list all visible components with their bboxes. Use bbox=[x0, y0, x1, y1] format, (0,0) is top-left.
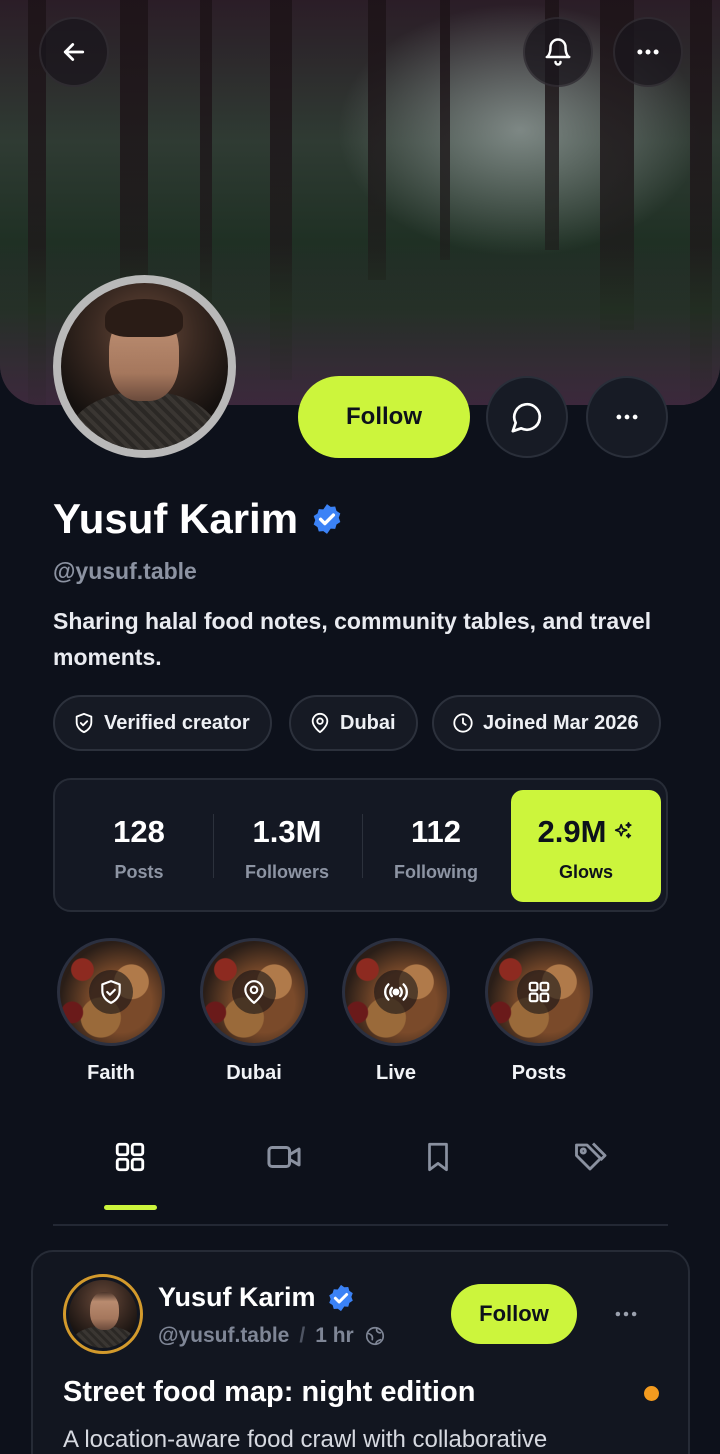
cover-tree bbox=[368, 0, 386, 280]
stat-value-row: 2.9M bbox=[511, 814, 661, 850]
profile-more-button[interactable] bbox=[586, 376, 668, 458]
stat-label: Followers bbox=[244, 862, 329, 882]
chip-verified-creator[interactable]: Verified creator bbox=[53, 695, 272, 751]
sparkles-icon bbox=[615, 822, 633, 839]
status-dot bbox=[644, 1386, 659, 1401]
bookmark-icon bbox=[428, 1142, 448, 1172]
cover-tree bbox=[440, 0, 450, 260]
post-time: 1 hr bbox=[315, 1324, 354, 1347]
map-pin-icon bbox=[311, 712, 329, 734]
highlight-live[interactable]: Live bbox=[342, 938, 450, 1085]
stat-glows[interactable]: 2.9M Glows bbox=[511, 790, 661, 902]
chip-label: Verified creator bbox=[104, 711, 250, 734]
verified-badge-icon bbox=[328, 1284, 353, 1311]
highlight-label: Live bbox=[375, 1062, 417, 1084]
highlight-cover bbox=[342, 938, 450, 1046]
meta-separator: / bbox=[299, 1324, 306, 1347]
more-options-button[interactable] bbox=[613, 17, 683, 87]
tag-icon bbox=[575, 1142, 607, 1171]
shield-check-icon bbox=[75, 712, 93, 734]
arrow-left-icon bbox=[63, 43, 85, 61]
post-author-row: Yusuf Karim bbox=[158, 1282, 356, 1313]
highlight-label: Dubai bbox=[226, 1062, 282, 1084]
post-author-handle: @yusuf.table bbox=[158, 1324, 290, 1347]
avatar-hair bbox=[105, 299, 183, 337]
more-horizontal-icon bbox=[637, 49, 659, 55]
notifications-button[interactable] bbox=[523, 17, 593, 87]
grid-icon bbox=[528, 981, 550, 1003]
tab-saved[interactable] bbox=[408, 1132, 468, 1182]
post-text: A location-aware food crawl with collabo… bbox=[63, 1426, 548, 1453]
verified-badge-icon bbox=[313, 504, 341, 534]
post-follow-button[interactable]: Follow bbox=[451, 1284, 577, 1344]
stat-value: 1.3M bbox=[252, 814, 322, 849]
broadcast-icon bbox=[384, 983, 408, 1001]
chip-joined[interactable]: Joined Mar 2026 bbox=[432, 695, 661, 751]
active-tab-indicator bbox=[104, 1205, 157, 1210]
profile-handle: @yusuf.table bbox=[53, 558, 197, 584]
highlight-icon-bg bbox=[517, 970, 561, 1014]
post-more-button[interactable] bbox=[611, 1302, 641, 1326]
stat-label: Following bbox=[394, 862, 478, 882]
avatar-photo bbox=[61, 283, 228, 450]
highlight-icon-bg bbox=[89, 970, 133, 1014]
more-horizontal-icon bbox=[615, 1311, 637, 1317]
avatar-face bbox=[90, 1292, 119, 1330]
stat-posts[interactable]: 128 Posts bbox=[65, 780, 213, 910]
highlight-posts[interactable]: Posts bbox=[485, 938, 593, 1085]
bell-icon bbox=[545, 38, 571, 66]
post-author-name[interactable]: Yusuf Karim bbox=[158, 1282, 316, 1313]
highlight-cover bbox=[57, 938, 165, 1046]
profile-avatar bbox=[53, 275, 236, 458]
back-button[interactable] bbox=[39, 17, 109, 87]
globe-icon bbox=[365, 1326, 384, 1346]
map-pin-icon bbox=[244, 980, 264, 1004]
follow-button[interactable]: Follow bbox=[298, 376, 470, 458]
stat-label: Posts bbox=[114, 862, 164, 882]
highlight-label: Posts bbox=[511, 1062, 567, 1084]
tab-divider bbox=[53, 1224, 668, 1226]
post-title[interactable]: Street food map: night edition bbox=[63, 1376, 475, 1409]
avatar-photo bbox=[69, 1280, 137, 1348]
tab-tagged[interactable] bbox=[560, 1132, 620, 1182]
highlight-icon-bg bbox=[232, 970, 276, 1014]
shield-icon bbox=[101, 980, 121, 1004]
stat-followers[interactable]: 1.3M Followers bbox=[213, 780, 361, 910]
stat-following[interactable]: 112 Following bbox=[362, 780, 510, 910]
profile-name: Yusuf Karim bbox=[53, 495, 299, 542]
chip-label: Dubai bbox=[340, 711, 396, 734]
stat-label: Glows bbox=[558, 862, 613, 882]
highlight-label: Faith bbox=[87, 1062, 135, 1084]
highlight-cover bbox=[485, 938, 593, 1046]
stat-value: 128 bbox=[113, 814, 165, 849]
profile-bio: Sharing halal food notes, community tabl… bbox=[53, 608, 652, 670]
clock-icon bbox=[453, 713, 473, 733]
message-button[interactable] bbox=[486, 376, 568, 458]
tab-grid[interactable] bbox=[100, 1132, 160, 1182]
post-meta: @yusuf.table / 1 hr bbox=[158, 1324, 386, 1348]
stats-panel: 128 Posts 1.3M Followers 112 Following 2… bbox=[53, 778, 668, 912]
highlight-faith[interactable]: Faith bbox=[57, 938, 165, 1085]
profile-name-row: Yusuf Karim bbox=[53, 495, 344, 543]
highlight-dubai[interactable]: Dubai bbox=[200, 938, 308, 1085]
grid-icon bbox=[115, 1142, 145, 1172]
stat-value: 2.9M bbox=[537, 814, 607, 849]
highlight-icon-bg bbox=[374, 970, 418, 1014]
chip-label: Joined Mar 2026 bbox=[483, 711, 639, 734]
more-horizontal-icon bbox=[616, 414, 638, 420]
tab-videos[interactable] bbox=[254, 1132, 314, 1182]
post-author-avatar[interactable] bbox=[63, 1274, 143, 1354]
chip-location[interactable]: Dubai bbox=[289, 695, 418, 751]
post-card[interactable]: Yusuf Karim @yusuf.table / 1 hr Follow S… bbox=[31, 1250, 690, 1454]
stat-value: 112 bbox=[410, 814, 461, 849]
chat-bubble-icon bbox=[511, 402, 542, 433]
highlight-cover bbox=[200, 938, 308, 1046]
video-icon bbox=[267, 1145, 301, 1169]
